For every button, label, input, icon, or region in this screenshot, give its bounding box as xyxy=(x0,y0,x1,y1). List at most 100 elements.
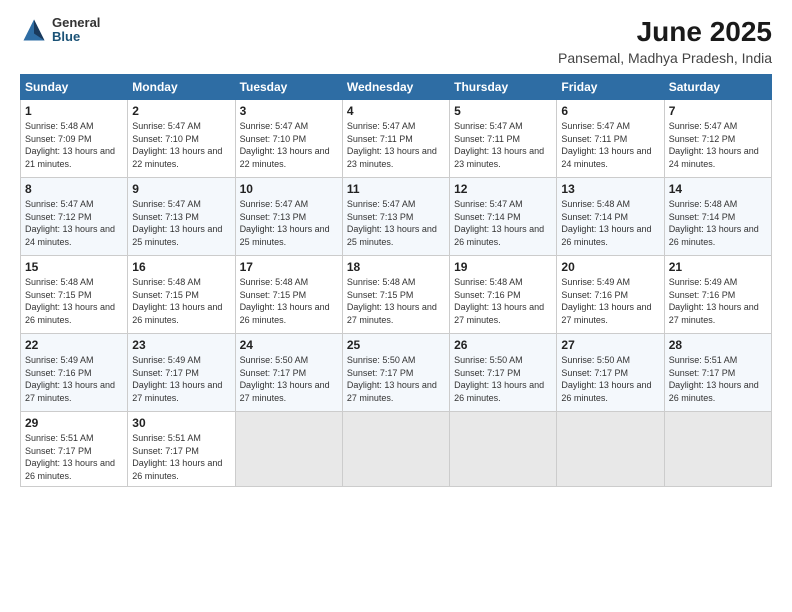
day-info: Sunrise: 5:49 AMSunset: 7:16 PMDaylight:… xyxy=(561,277,651,325)
day-number: 23 xyxy=(132,338,230,352)
day-info: Sunrise: 5:50 AMSunset: 7:17 PMDaylight:… xyxy=(561,355,651,403)
table-cell: 6 Sunrise: 5:47 AMSunset: 7:11 PMDayligh… xyxy=(557,100,664,178)
day-number: 17 xyxy=(240,260,338,274)
table-cell: 23 Sunrise: 5:49 AMSunset: 7:17 PMDaylig… xyxy=(128,334,235,412)
subtitle: Pansemal, Madhya Pradesh, India xyxy=(558,50,772,66)
table-cell xyxy=(235,412,342,487)
day-number: 19 xyxy=(454,260,552,274)
day-info: Sunrise: 5:48 AMSunset: 7:15 PMDaylight:… xyxy=(240,277,330,325)
day-info: Sunrise: 5:51 AMSunset: 7:17 PMDaylight:… xyxy=(669,355,759,403)
table-cell: 25 Sunrise: 5:50 AMSunset: 7:17 PMDaylig… xyxy=(342,334,449,412)
day-number: 6 xyxy=(561,104,659,118)
table-cell xyxy=(342,412,449,487)
table-cell: 5 Sunrise: 5:47 AMSunset: 7:11 PMDayligh… xyxy=(450,100,557,178)
table-cell: 14 Sunrise: 5:48 AMSunset: 7:14 PMDaylig… xyxy=(664,178,771,256)
day-info: Sunrise: 5:50 AMSunset: 7:17 PMDaylight:… xyxy=(454,355,544,403)
table-cell: 26 Sunrise: 5:50 AMSunset: 7:17 PMDaylig… xyxy=(450,334,557,412)
col-tuesday: Tuesday xyxy=(235,75,342,100)
table-cell xyxy=(450,412,557,487)
table-cell: 19 Sunrise: 5:48 AMSunset: 7:16 PMDaylig… xyxy=(450,256,557,334)
table-cell: 18 Sunrise: 5:48 AMSunset: 7:15 PMDaylig… xyxy=(342,256,449,334)
day-number: 20 xyxy=(561,260,659,274)
day-number: 3 xyxy=(240,104,338,118)
day-number: 1 xyxy=(25,104,123,118)
day-number: 26 xyxy=(454,338,552,352)
day-info: Sunrise: 5:48 AMSunset: 7:14 PMDaylight:… xyxy=(669,199,759,247)
page: General Blue June 2025 Pansemal, Madhya … xyxy=(0,0,792,612)
day-number: 15 xyxy=(25,260,123,274)
col-saturday: Saturday xyxy=(664,75,771,100)
table-cell: 9 Sunrise: 5:47 AMSunset: 7:13 PMDayligh… xyxy=(128,178,235,256)
logo-blue: Blue xyxy=(52,30,100,44)
table-cell: 29 Sunrise: 5:51 AMSunset: 7:17 PMDaylig… xyxy=(21,412,128,487)
day-info: Sunrise: 5:48 AMSunset: 7:15 PMDaylight:… xyxy=(132,277,222,325)
day-number: 25 xyxy=(347,338,445,352)
col-wednesday: Wednesday xyxy=(342,75,449,100)
day-info: Sunrise: 5:47 AMSunset: 7:12 PMDaylight:… xyxy=(669,121,759,169)
day-info: Sunrise: 5:48 AMSunset: 7:15 PMDaylight:… xyxy=(347,277,437,325)
table-cell: 30 Sunrise: 5:51 AMSunset: 7:17 PMDaylig… xyxy=(128,412,235,487)
day-info: Sunrise: 5:47 AMSunset: 7:11 PMDaylight:… xyxy=(561,121,651,169)
day-info: Sunrise: 5:47 AMSunset: 7:14 PMDaylight:… xyxy=(454,199,544,247)
day-info: Sunrise: 5:48 AMSunset: 7:09 PMDaylight:… xyxy=(25,121,115,169)
main-title: June 2025 xyxy=(558,16,772,48)
header: General Blue June 2025 Pansemal, Madhya … xyxy=(20,16,772,66)
table-cell: 7 Sunrise: 5:47 AMSunset: 7:12 PMDayligh… xyxy=(664,100,771,178)
day-info: Sunrise: 5:50 AMSunset: 7:17 PMDaylight:… xyxy=(347,355,437,403)
day-number: 27 xyxy=(561,338,659,352)
day-info: Sunrise: 5:47 AMSunset: 7:10 PMDaylight:… xyxy=(240,121,330,169)
day-info: Sunrise: 5:48 AMSunset: 7:16 PMDaylight:… xyxy=(454,277,544,325)
col-thursday: Thursday xyxy=(450,75,557,100)
logo: General Blue xyxy=(20,16,100,45)
day-number: 4 xyxy=(347,104,445,118)
table-cell: 22 Sunrise: 5:49 AMSunset: 7:16 PMDaylig… xyxy=(21,334,128,412)
table-cell: 17 Sunrise: 5:48 AMSunset: 7:15 PMDaylig… xyxy=(235,256,342,334)
table-cell: 10 Sunrise: 5:47 AMSunset: 7:13 PMDaylig… xyxy=(235,178,342,256)
table-cell: 27 Sunrise: 5:50 AMSunset: 7:17 PMDaylig… xyxy=(557,334,664,412)
day-number: 29 xyxy=(25,416,123,430)
day-number: 5 xyxy=(454,104,552,118)
day-info: Sunrise: 5:49 AMSunset: 7:17 PMDaylight:… xyxy=(132,355,222,403)
logo-general: General xyxy=(52,16,100,30)
col-sunday: Sunday xyxy=(21,75,128,100)
table-cell: 2 Sunrise: 5:47 AMSunset: 7:10 PMDayligh… xyxy=(128,100,235,178)
day-number: 18 xyxy=(347,260,445,274)
day-number: 12 xyxy=(454,182,552,196)
day-info: Sunrise: 5:47 AMSunset: 7:13 PMDaylight:… xyxy=(132,199,222,247)
table-cell: 13 Sunrise: 5:48 AMSunset: 7:14 PMDaylig… xyxy=(557,178,664,256)
table-cell xyxy=(664,412,771,487)
day-info: Sunrise: 5:47 AMSunset: 7:11 PMDaylight:… xyxy=(454,121,544,169)
day-number: 22 xyxy=(25,338,123,352)
table-cell: 4 Sunrise: 5:47 AMSunset: 7:11 PMDayligh… xyxy=(342,100,449,178)
day-info: Sunrise: 5:51 AMSunset: 7:17 PMDaylight:… xyxy=(132,433,222,481)
table-cell: 8 Sunrise: 5:47 AMSunset: 7:12 PMDayligh… xyxy=(21,178,128,256)
table-cell: 24 Sunrise: 5:50 AMSunset: 7:17 PMDaylig… xyxy=(235,334,342,412)
day-number: 2 xyxy=(132,104,230,118)
day-number: 10 xyxy=(240,182,338,196)
day-info: Sunrise: 5:51 AMSunset: 7:17 PMDaylight:… xyxy=(25,433,115,481)
day-info: Sunrise: 5:47 AMSunset: 7:12 PMDaylight:… xyxy=(25,199,115,247)
table-cell: 21 Sunrise: 5:49 AMSunset: 7:16 PMDaylig… xyxy=(664,256,771,334)
table-cell xyxy=(557,412,664,487)
day-number: 11 xyxy=(347,182,445,196)
table-cell: 12 Sunrise: 5:47 AMSunset: 7:14 PMDaylig… xyxy=(450,178,557,256)
day-info: Sunrise: 5:50 AMSunset: 7:17 PMDaylight:… xyxy=(240,355,330,403)
logo-icon xyxy=(20,16,48,44)
table-cell: 3 Sunrise: 5:47 AMSunset: 7:10 PMDayligh… xyxy=(235,100,342,178)
day-number: 28 xyxy=(669,338,767,352)
day-info: Sunrise: 5:48 AMSunset: 7:14 PMDaylight:… xyxy=(561,199,651,247)
day-info: Sunrise: 5:47 AMSunset: 7:13 PMDaylight:… xyxy=(347,199,437,247)
table-cell: 11 Sunrise: 5:47 AMSunset: 7:13 PMDaylig… xyxy=(342,178,449,256)
title-area: June 2025 Pansemal, Madhya Pradesh, Indi… xyxy=(558,16,772,66)
day-number: 7 xyxy=(669,104,767,118)
table-cell: 20 Sunrise: 5:49 AMSunset: 7:16 PMDaylig… xyxy=(557,256,664,334)
day-info: Sunrise: 5:49 AMSunset: 7:16 PMDaylight:… xyxy=(669,277,759,325)
day-number: 13 xyxy=(561,182,659,196)
day-number: 8 xyxy=(25,182,123,196)
calendar-table: Sunday Monday Tuesday Wednesday Thursday… xyxy=(20,74,772,487)
day-info: Sunrise: 5:49 AMSunset: 7:16 PMDaylight:… xyxy=(25,355,115,403)
col-monday: Monday xyxy=(128,75,235,100)
day-info: Sunrise: 5:47 AMSunset: 7:13 PMDaylight:… xyxy=(240,199,330,247)
day-number: 21 xyxy=(669,260,767,274)
day-number: 24 xyxy=(240,338,338,352)
